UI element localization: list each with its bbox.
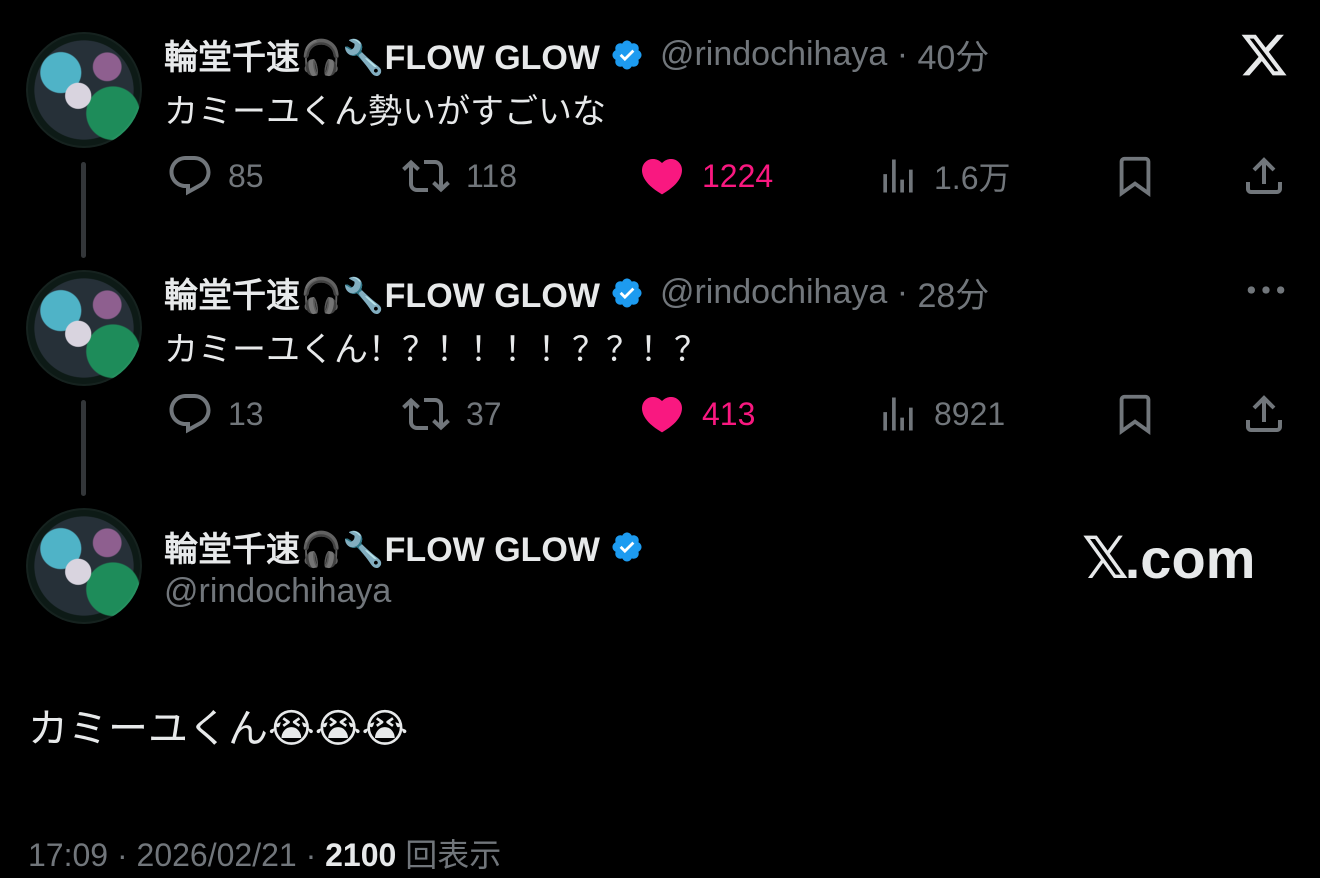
thread-line (81, 400, 86, 496)
separator: · (887, 35, 918, 73)
analytics-icon (883, 397, 913, 431)
main-tweet-text: カミーユくん😭😭😭 (28, 707, 409, 751)
reply-button[interactable]: 13 (166, 390, 264, 438)
x-com-branding: 𝕏 .com (1082, 524, 1255, 592)
views-button[interactable]: 8921 (876, 390, 1005, 438)
heart-icon (641, 159, 683, 195)
views-count: 1.6万 (934, 160, 1011, 196)
view-count: 2100 (325, 837, 397, 873)
avatar[interactable] (26, 32, 142, 148)
display-name[interactable]: 輪堂千速🎧🔧FLOW GLOW (164, 522, 600, 571)
avatar[interactable] (26, 270, 142, 386)
verified-badge-icon (612, 39, 642, 70)
x-domain: .com (1124, 527, 1256, 590)
reply-count: 85 (228, 157, 264, 194)
reply-icon (169, 394, 211, 434)
tweet-text: カミーユくん！？！！！！？？！？ (164, 331, 708, 369)
heart-icon (641, 397, 683, 433)
share-button[interactable] (1240, 390, 1288, 443)
tweet-meta: 17:09 · 2026/02/21 · 2100 回表示 (28, 830, 501, 876)
like-button[interactable]: 1224 (636, 152, 773, 200)
tweet-header: 輪堂千速🎧🔧FLOW GLOW @rindochihaya · 28分 (164, 268, 989, 317)
views-button[interactable]: 1.6万 (876, 152, 1011, 200)
thread-line (81, 162, 86, 258)
retweet-icon (402, 159, 450, 193)
x-logo-icon: 𝕏 (1082, 526, 1129, 591)
retweet-button[interactable]: 118 (400, 152, 517, 200)
x-logo[interactable] (1238, 30, 1290, 80)
retweet-count: 118 (466, 157, 518, 194)
handle[interactable]: @rindochihaya (660, 273, 887, 312)
timestamp[interactable]: 40分 (917, 30, 989, 79)
bookmark-button[interactable] (1112, 390, 1158, 443)
display-name[interactable]: 輪堂千速🎧🔧FLOW GLOW (164, 30, 600, 79)
handle[interactable]: @rindochihaya (164, 572, 391, 611)
timestamp[interactable]: 28分 (917, 268, 989, 317)
x-logo-icon (1241, 34, 1287, 76)
like-button[interactable]: 413 (636, 390, 755, 438)
avatar[interactable] (26, 508, 142, 624)
like-count: 413 (702, 395, 756, 432)
bookmark-button[interactable] (1112, 152, 1158, 205)
retweet-count: 37 (466, 395, 502, 432)
reply-count: 13 (228, 395, 264, 432)
more-button[interactable] (1244, 276, 1288, 309)
retweet-button[interactable]: 37 (400, 390, 502, 438)
post-timestamp[interactable]: 17:09 · 2026/02/21 · (28, 837, 325, 873)
main-header: 輪堂千速🎧🔧FLOW GLOW (164, 522, 644, 571)
tweet-header: 輪堂千速🎧🔧FLOW GLOW @rindochihaya · 40分 (164, 30, 989, 79)
share-button[interactable] (1240, 152, 1288, 205)
retweet-icon (402, 397, 450, 431)
bookmark-icon (1119, 394, 1151, 435)
verified-badge-icon (612, 531, 642, 562)
display-name[interactable]: 輪堂千速🎧🔧FLOW GLOW (164, 268, 600, 317)
bookmark-icon (1119, 156, 1151, 197)
handle[interactable]: @rindochihaya (660, 35, 887, 74)
share-icon (1246, 395, 1282, 432)
like-count: 1224 (702, 157, 774, 194)
reply-button[interactable]: 85 (166, 152, 264, 200)
verified-badge-icon (612, 277, 642, 308)
separator: · (887, 273, 918, 311)
more-icon (1247, 286, 1285, 294)
share-icon (1246, 157, 1282, 194)
reply-icon (169, 156, 211, 196)
view-label: 回表示 (396, 837, 502, 873)
tweet-text: カミーユくん勢いがすごいな (164, 93, 606, 131)
views-count: 8921 (934, 395, 1006, 432)
analytics-icon (883, 159, 913, 193)
